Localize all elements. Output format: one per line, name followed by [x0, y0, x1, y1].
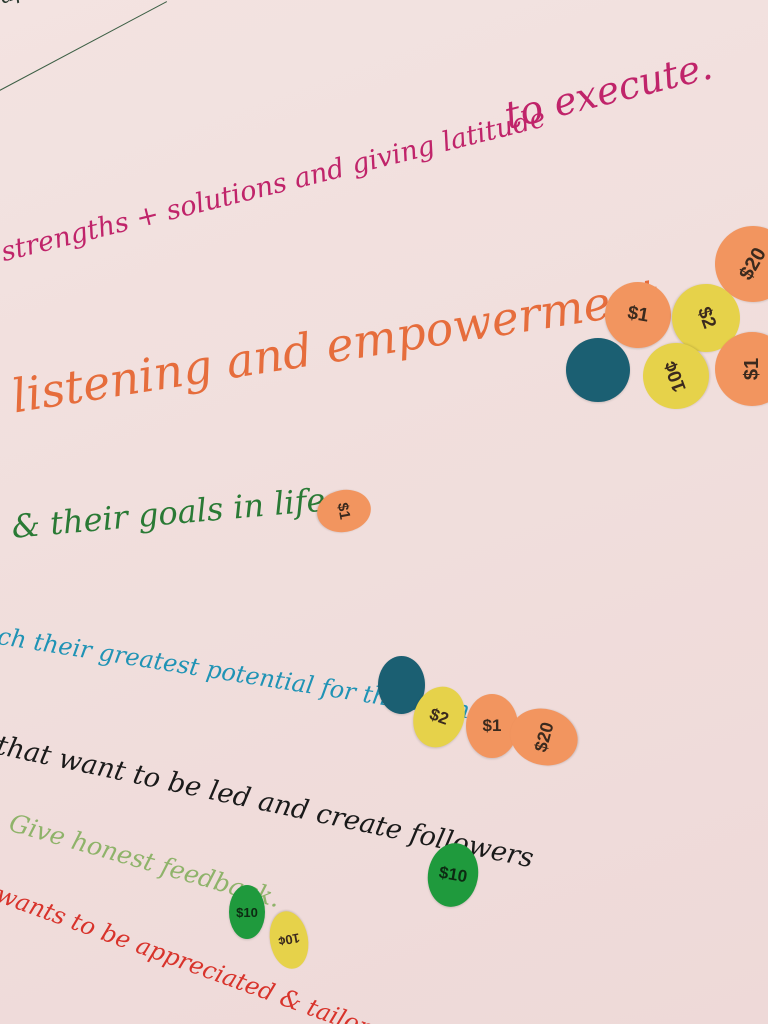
note-top-fragment: app — [0, 0, 43, 9]
sticker-1-dollar: $1 — [466, 694, 518, 758]
sticker-20-dollar: $20 — [503, 701, 585, 773]
poster-paper: app to execute. strengths + solutions an… — [0, 0, 768, 1024]
note-strengths: strengths + solutions and giving latitud… — [0, 102, 549, 269]
divider-line — [0, 1, 168, 96]
note-appreciated: wants to be appreciated & tailor the — [0, 880, 419, 1024]
note-listening: listening and empowerment — [8, 267, 662, 424]
note-goals: & their goals in life. — [10, 479, 337, 546]
sticker-blue-dot — [566, 338, 630, 402]
sticker-10-dollar: $10 — [229, 885, 265, 939]
sticker-10-cent: 10¢ — [265, 908, 313, 972]
